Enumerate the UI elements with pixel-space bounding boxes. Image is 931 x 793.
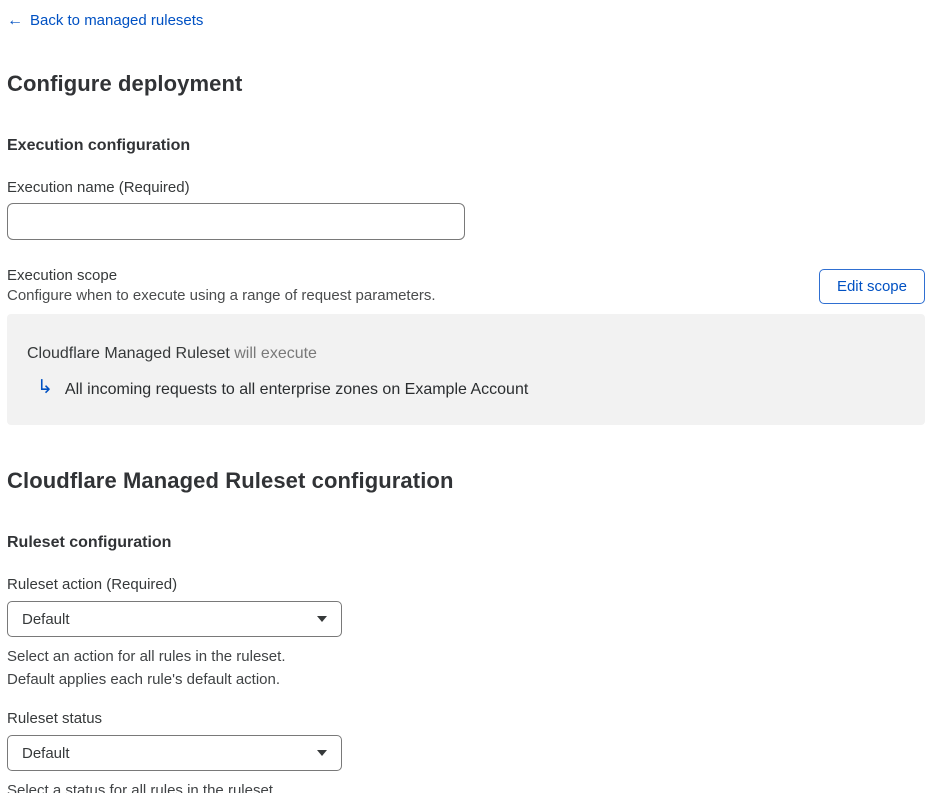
- ruleset-status-selected-value: Default: [22, 744, 70, 762]
- ruleset-configuration-title: Cloudflare Managed Ruleset configuration: [7, 468, 454, 493]
- configure-deployment-page: ← Back to managed rulesets Configure dep…: [0, 0, 931, 793]
- ruleset-action-selected-value: Default: [22, 610, 70, 628]
- back-arrow-icon: ←: [7, 12, 23, 29]
- ruleset-action-select[interactable]: Default: [7, 601, 342, 637]
- indent-arrow-icon: ↳: [37, 377, 53, 398]
- ruleset-configuration-subheading: Ruleset configuration: [7, 534, 172, 551]
- page-title: Configure deployment: [7, 71, 243, 96]
- ruleset-action-label: Ruleset action (Required): [7, 576, 178, 593]
- execution-configuration-heading: Execution configuration: [7, 137, 191, 154]
- ruleset-status-select[interactable]: Default: [7, 735, 342, 771]
- edit-scope-button[interactable]: Edit scope: [818, 268, 925, 304]
- chevron-down-icon: [317, 750, 327, 756]
- ruleset-action-help-line2: Default applies each rule's default acti…: [7, 671, 281, 688]
- scope-summary-text: All incoming requests to all enterprise …: [64, 381, 529, 398]
- execution-scope-row: Execution scope Configure when to execut…: [7, 266, 925, 306]
- execution-scope-description: Configure when to execute using a range …: [7, 287, 436, 304]
- scope-summary-panel: Cloudflare Managed Ruleset will execute …: [7, 314, 925, 425]
- execution-scope-label: Execution scope: [7, 267, 118, 284]
- ruleset-status-label: Ruleset status: [7, 710, 103, 727]
- ruleset-name-text: Cloudflare Managed Ruleset: [27, 345, 230, 362]
- execution-name-input[interactable]: [7, 203, 465, 240]
- scope-summary-headline: Cloudflare Managed Ruleset will execute: [27, 344, 905, 364]
- will-execute-text: will execute: [234, 345, 317, 362]
- execution-scope-text-block: Execution scope Configure when to execut…: [7, 266, 436, 306]
- back-link[interactable]: ← Back to managed rulesets: [7, 12, 203, 30]
- back-link-label: Back to managed rulesets: [30, 12, 204, 29]
- scope-summary-detail: ↳ All incoming requests to all enterpris…: [27, 377, 905, 401]
- ruleset-status-help-line1: Select a status for all rules in the rul…: [7, 782, 278, 793]
- ruleset-action-help-line1: Select an action for all rules in the ru…: [7, 648, 286, 665]
- execution-name-label: Execution name (Required): [7, 179, 190, 196]
- chevron-down-icon: [317, 616, 327, 622]
